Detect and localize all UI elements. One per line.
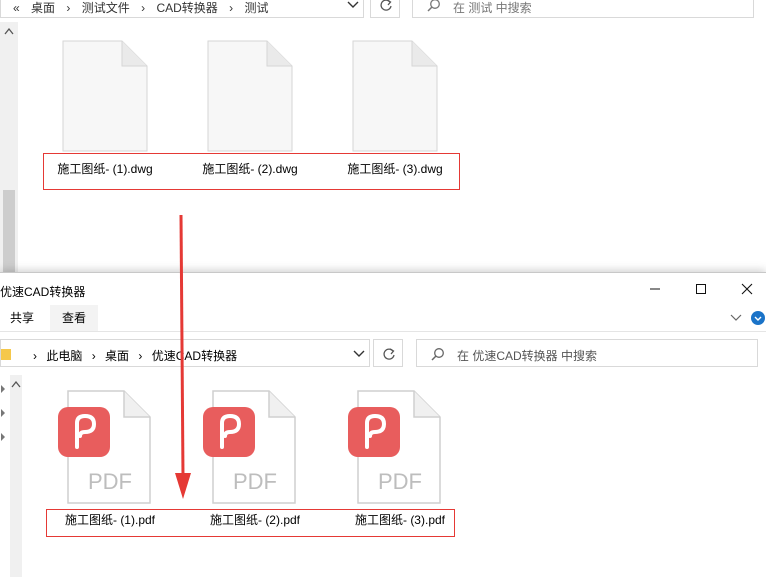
help-icon[interactable] [750, 310, 766, 326]
search-box[interactable]: 在 优速CAD转换器 中搜索 [416, 339, 758, 367]
chevron-down-icon[interactable] [347, 1, 359, 9]
breadcrumb-youshu-cad[interactable]: 优速CAD转换器 [152, 349, 237, 363]
scrollbar-thumb[interactable] [3, 190, 15, 272]
breadcrumb-sep: › [229, 1, 234, 15]
breadcrumb-sep: › [66, 1, 71, 15]
close-button[interactable] [724, 273, 766, 305]
refresh-icon [380, 0, 392, 11]
search-icon [427, 0, 440, 12]
scroll-up-arrow-icon[interactable] [4, 28, 14, 35]
breadcrumb-sep: › [141, 1, 146, 15]
window-title: 优速CAD转换器 [0, 285, 86, 299]
navigation-pane [0, 373, 10, 577]
search-icon [431, 348, 444, 361]
breadcrumb: « 桌面 › 测试文件 › CAD转换器 › 测试 [13, 0, 276, 16]
search-placeholder: 在 优速CAD转换器 中搜索 [457, 349, 598, 363]
vertical-scrollbar[interactable] [10, 375, 22, 577]
minimize-icon [650, 288, 660, 290]
breadcrumb-sep: › [33, 349, 37, 363]
minimize-button[interactable] [632, 273, 678, 305]
pdf-file-icon[interactable]: PDF [58, 389, 152, 507]
breadcrumb-test-files[interactable]: 测试文件 [82, 1, 130, 15]
breadcrumb-sep: › [91, 349, 96, 363]
pdf-badge-text: PDF [88, 469, 132, 494]
breadcrumb-back[interactable]: « [13, 1, 20, 15]
address-bar[interactable]: « 桌面 › 测试文件 › CAD转换器 › 测试 [0, 0, 364, 18]
refresh-button[interactable] [370, 0, 400, 18]
scroll-up-arrow-icon[interactable] [11, 381, 21, 388]
chevron-down-icon[interactable] [353, 350, 365, 358]
ribbon-tabs: 共享 查看 [0, 305, 766, 332]
address-bar[interactable]: › 此电脑 › 桌面 › 优速CAD转换器 [0, 339, 370, 367]
folder-icon [1, 349, 11, 360]
refresh-button[interactable] [373, 339, 403, 367]
breadcrumb-test[interactable]: 测试 [244, 1, 268, 15]
highlight-box [46, 509, 455, 537]
refresh-icon [383, 348, 395, 360]
pdf-badge-text: PDF [378, 469, 422, 494]
breadcrumb: › 此电脑 › 桌面 › 优速CAD转换器 [33, 347, 243, 364]
document-icon[interactable] [352, 40, 438, 152]
document-icon[interactable] [62, 40, 148, 152]
breadcrumb-sep: › [138, 349, 143, 363]
vertical-scrollbar[interactable] [0, 22, 18, 272]
pdf-file-icon[interactable]: PDF [203, 389, 297, 507]
breadcrumb-cad-converter[interactable]: CAD转换器 [156, 1, 217, 15]
tab-view[interactable]: 查看 [50, 305, 98, 331]
search-box[interactable]: 在 测试 中搜索 [412, 0, 754, 18]
highlight-box [43, 153, 460, 190]
chevron-down-icon[interactable] [730, 314, 742, 322]
search-placeholder: 在 测试 中搜索 [453, 1, 532, 15]
pdf-badge-text: PDF [233, 469, 277, 494]
breadcrumb-desktop[interactable]: 桌面 [31, 1, 55, 15]
tab-share[interactable]: 共享 [0, 305, 44, 331]
maximize-icon [696, 284, 706, 294]
document-icon[interactable] [207, 40, 293, 152]
close-icon [741, 283, 753, 295]
breadcrumb-desktop[interactable]: 桌面 [105, 349, 129, 363]
top-explorer-window: « 桌面 › 测试文件 › CAD转换器 › 测试 在 测试 中搜索 施工图纸-… [0, 0, 766, 272]
bottom-explorer-window: 优速CAD转换器 共享 查看 › 此电脑 › 桌面 › 优速CAD转换器 在 优… [0, 272, 766, 577]
title-bar: 优速CAD转换器 [0, 273, 766, 305]
expand-arrow-icon[interactable] [0, 383, 8, 443]
maximize-button[interactable] [678, 273, 724, 305]
pdf-file-icon[interactable]: PDF [348, 389, 442, 507]
breadcrumb-this-pc[interactable]: 此电脑 [46, 349, 82, 363]
